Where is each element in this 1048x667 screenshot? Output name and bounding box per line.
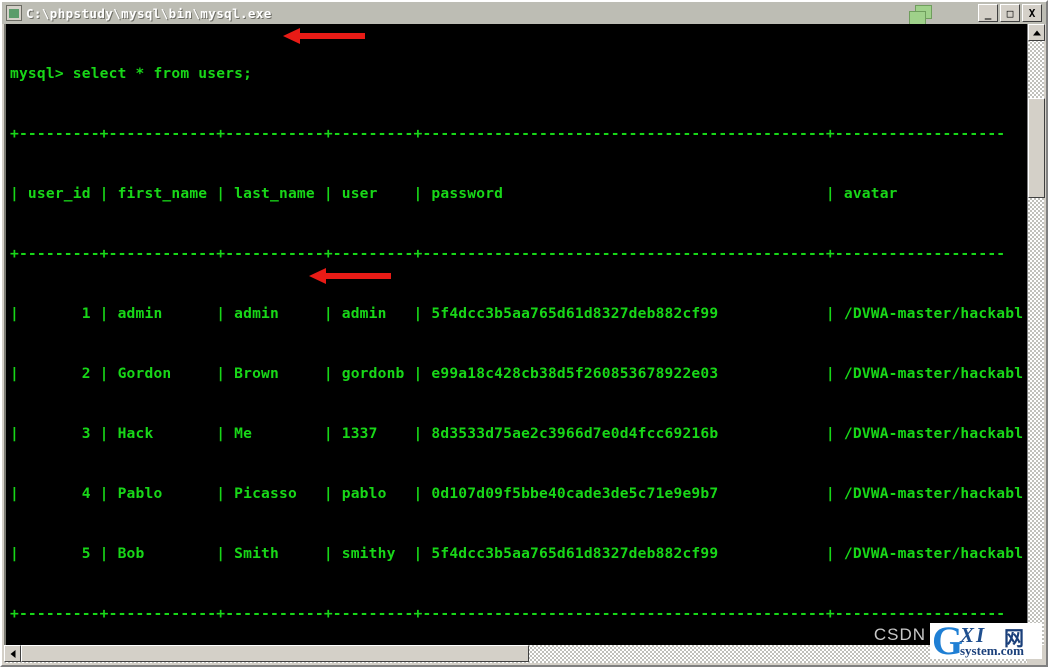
- console-area: mysql> select * from users; +---------+-…: [4, 24, 1045, 663]
- gxi-watermark-logo: G XI 网 system.com: [930, 618, 1042, 663]
- table-separator-mid: +---------+------------+-----------+----…: [10, 245, 1006, 262]
- horizontal-scroll-thumb[interactable]: [21, 645, 529, 662]
- csdn-watermark-text: CSDN: [873, 625, 926, 644]
- scroll-up-button[interactable]: [1028, 24, 1045, 41]
- table-row: | 5 | Bob | Smith | smithy | 5f4dcc3b5aa…: [10, 545, 1024, 562]
- minimize-button[interactable]: _: [978, 4, 998, 22]
- maximize-button[interactable]: □: [1000, 4, 1020, 22]
- table-row: | 1 | admin | admin | admin | 5f4dcc3b5a…: [10, 305, 1024, 322]
- screenshot-root: C:\phpstudy\mysql\bin\mysql.exe _ □ X my…: [0, 0, 1048, 667]
- command-line-select: mysql> select * from users;: [10, 65, 253, 82]
- window-controls: _ □ X: [978, 4, 1042, 22]
- terminal-text: mysql> select * from users; +---------+-…: [10, 24, 1023, 646]
- scroll-left-button[interactable]: [4, 645, 21, 662]
- chevron-left-icon: [10, 649, 15, 658]
- table-separator-bottom: +---------+------------+-----------+----…: [10, 605, 1006, 622]
- table-separator-top: +---------+------------+-----------+----…: [10, 125, 1006, 142]
- table-row: | 3 | Hack | Me | 1337 | 8d3533d75ae2c39…: [10, 425, 1024, 442]
- vertical-scroll-thumb[interactable]: [1028, 98, 1045, 198]
- close-button[interactable]: X: [1022, 4, 1042, 22]
- console-window-icon: [6, 5, 22, 21]
- table-row: | 2 | Gordon | Brown | gordonb | e99a18c…: [10, 365, 1024, 382]
- logo-domain: system.com: [960, 643, 1024, 658]
- close-icon: X: [1028, 6, 1036, 20]
- console-window: C:\phpstudy\mysql\bin\mysql.exe _ □ X my…: [0, 0, 1048, 667]
- table-row: | 4 | Pablo | Picasso | pablo | 0d107d09…: [10, 485, 1024, 502]
- terminal-output[interactable]: mysql> select * from users; +---------+-…: [4, 24, 1032, 646]
- horizontal-scrollbar[interactable]: [4, 645, 1032, 663]
- window-titlebar: C:\phpstudy\mysql\bin\mysql.exe _ □ X: [2, 2, 1046, 24]
- window-title: C:\phpstudy\mysql\bin\mysql.exe: [26, 5, 272, 21]
- table-header-row: | user_id | first_name | last_name | use…: [10, 185, 898, 202]
- maximize-icon: □: [1006, 6, 1014, 20]
- minimize-icon: _: [984, 7, 992, 20]
- chevron-up-icon: [1032, 30, 1041, 35]
- vertical-scrollbar[interactable]: [1027, 24, 1045, 646]
- logo-letter-g: G: [932, 618, 964, 663]
